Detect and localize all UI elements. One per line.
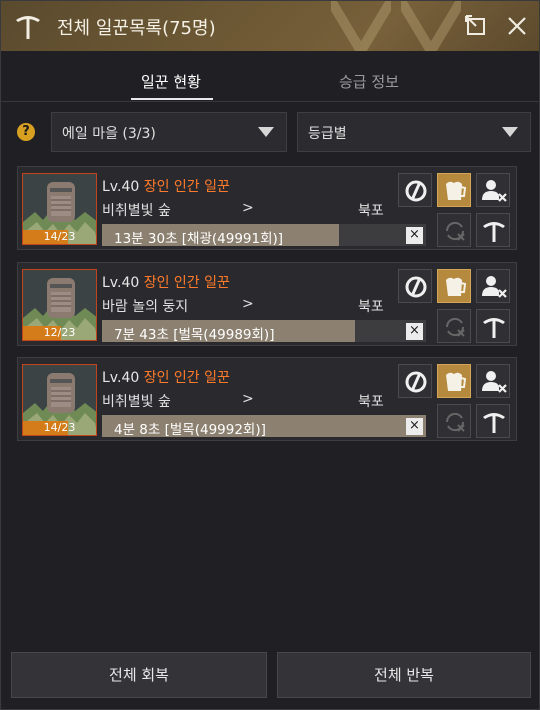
- tab-promotion-info[interactable]: 승급 정보: [339, 71, 399, 92]
- repeat-task-button[interactable]: [437, 213, 471, 247]
- no-trade-button[interactable]: [398, 173, 432, 207]
- recover-all-button[interactable]: 전체 회복: [11, 652, 267, 698]
- task-progress-bar: 13분 30초 [채광(49991회)] ×: [102, 224, 426, 247]
- worker-card[interactable]: 14/23 Lv.40 장인 인간 일꾼 비취별빛 숲 > 북포 4분 8초 […: [17, 357, 517, 441]
- chevron-down-icon: [258, 127, 274, 137]
- beer-mug-icon: [446, 277, 467, 296]
- stop-task-button[interactable]: ×: [406, 323, 423, 340]
- title-bar[interactable]: 전체 일꾼목록(75명): [1, 1, 539, 51]
- home-node: 북포: [358, 203, 384, 219]
- pickaxe-icon: [483, 413, 505, 433]
- worker-portrait[interactable]: 14/23: [22, 173, 97, 245]
- worker-name: 장인 인간 일꾼: [143, 275, 230, 291]
- repeat-task-button[interactable]: [437, 404, 471, 438]
- repeat-all-button[interactable]: 전체 반복: [277, 652, 531, 698]
- worker-list-window: 전체 일꾼목록(75명) 일꾼 현황 승급 정보 ? 에일 마을 (3/3) 등…: [0, 0, 540, 710]
- worker-name: 장인 인간 일꾼: [143, 370, 230, 386]
- recover-all-label: 전체 회복: [109, 666, 169, 684]
- dismiss-worker-button[interactable]: [476, 364, 510, 398]
- village-dropdown-value: 에일 마을 (3/3): [62, 126, 156, 142]
- repeat-task-button[interactable]: [437, 309, 471, 343]
- sort-dropdown[interactable]: 등급별: [297, 112, 531, 152]
- work-location: 비취별빛 숲: [102, 394, 171, 410]
- remove-user-icon: [482, 276, 507, 298]
- beer-mug-icon: [446, 372, 467, 391]
- worker-title: Lv.40 장인 인간 일꾼: [102, 367, 230, 387]
- repeat-disabled-icon: [445, 412, 465, 432]
- repeat-all-label: 전체 반복: [374, 666, 434, 684]
- task-progress-bar: 7분 43초 [벌목(49989회)] ×: [102, 320, 426, 343]
- worker-level: Lv.40: [102, 370, 140, 386]
- title-decoration: [401, 1, 461, 51]
- pickaxe-icon: [16, 16, 40, 39]
- dismiss-worker-button[interactable]: [476, 173, 510, 207]
- worker-level: Lv.40: [102, 275, 140, 291]
- remove-user-icon: [482, 180, 507, 202]
- disable-icon: [405, 180, 427, 202]
- village-dropdown[interactable]: 에일 마을 (3/3): [51, 112, 287, 152]
- home-node: 북포: [358, 299, 384, 315]
- no-trade-button[interactable]: [398, 364, 432, 398]
- disable-icon: [405, 371, 427, 393]
- task-progress-bar: 4분 8초 [벌목(49992회)] ×: [102, 415, 426, 438]
- worker-portrait[interactable]: 14/23: [22, 364, 97, 436]
- home-node: 북포: [358, 394, 384, 410]
- work-location: 비취별빛 숲: [102, 203, 171, 219]
- no-trade-button[interactable]: [398, 269, 432, 303]
- pickaxe-icon: [483, 318, 505, 338]
- worker-title: Lv.40 장인 인간 일꾼: [102, 176, 230, 196]
- stop-task-button[interactable]: ×: [406, 227, 423, 244]
- worker-level: Lv.40: [102, 179, 140, 195]
- repeat-disabled-icon: [445, 317, 465, 337]
- worker-portrait[interactable]: 12/23: [22, 269, 97, 341]
- work-assign-button[interactable]: [476, 309, 510, 343]
- route-arrow: >: [242, 200, 254, 216]
- work-location: 바람 놀의 둥지: [102, 299, 189, 315]
- title-decoration: [331, 1, 391, 51]
- stop-task-button[interactable]: ×: [406, 418, 423, 435]
- chevron-down-icon: [502, 127, 518, 137]
- work-assign-button[interactable]: [476, 213, 510, 247]
- worker-card[interactable]: 14/23 Lv.40 장인 인간 일꾼 비취별빛 숲 > 북포 13분 30초…: [17, 166, 517, 250]
- help-icon[interactable]: ?: [17, 123, 35, 141]
- sort-dropdown-value: 등급별: [308, 126, 347, 142]
- disable-icon: [405, 276, 427, 298]
- dismiss-worker-button[interactable]: [476, 269, 510, 303]
- recover-stamina-button[interactable]: [437, 364, 471, 398]
- route-arrow: >: [242, 391, 254, 407]
- tab-bar: 일꾼 현황 승급 정보: [1, 53, 539, 101]
- stamina-count: 14/23: [43, 230, 76, 243]
- stamina-count: 14/23: [43, 421, 76, 434]
- tab-divider: [1, 101, 539, 102]
- close-icon[interactable]: [504, 13, 530, 39]
- worker-name: 장인 인간 일꾼: [143, 179, 230, 195]
- route-arrow: >: [242, 296, 254, 312]
- recover-stamina-button[interactable]: [437, 173, 471, 207]
- active-tab-indicator: [131, 98, 213, 100]
- recover-stamina-button[interactable]: [437, 269, 471, 303]
- task-status-text: 4분 8초 [벌목(49992회)]: [114, 422, 266, 438]
- task-status-text: 7분 43초 [벌목(49989회)]: [114, 327, 275, 343]
- stamina-count: 12/23: [43, 326, 76, 339]
- pickaxe-icon: [483, 222, 505, 242]
- work-assign-button[interactable]: [476, 404, 510, 438]
- popout-icon[interactable]: [463, 13, 489, 39]
- worker-title: Lv.40 장인 인간 일꾼: [102, 272, 230, 292]
- repeat-disabled-icon: [445, 221, 465, 241]
- tab-worker-status[interactable]: 일꾼 현황: [141, 71, 201, 92]
- task-status-text: 13분 30초 [채광(49991회)]: [114, 231, 284, 247]
- window-title: 전체 일꾼목록(75명): [57, 18, 216, 39]
- worker-card[interactable]: 12/23 Lv.40 장인 인간 일꾼 바람 놀의 둥지 > 북포 7분 43…: [17, 262, 517, 346]
- remove-user-icon: [482, 371, 507, 393]
- beer-mug-icon: [446, 181, 467, 200]
